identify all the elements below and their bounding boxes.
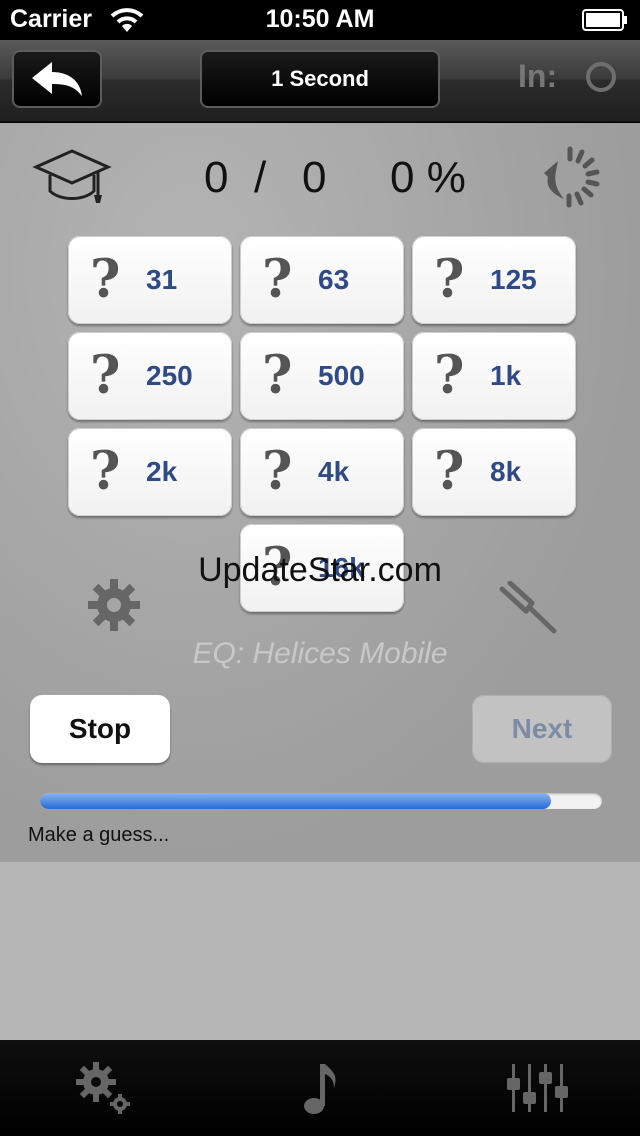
duration-button[interactable]: 1 Second xyxy=(200,50,440,108)
freq-label: 250 xyxy=(146,360,193,391)
eq-label: EQ: Helices Mobile xyxy=(192,637,448,670)
freq-button-125[interactable]: ? 125 xyxy=(412,236,576,324)
gear-icon[interactable] xyxy=(86,577,142,633)
freq-label: 125 xyxy=(490,264,537,295)
score-correct: 0 xyxy=(204,153,229,202)
question-icon: ? xyxy=(262,441,293,502)
question-icon: ? xyxy=(262,249,293,310)
navigation-bar: 1 Second In: xyxy=(0,40,640,122)
status-bar: Carrier 10:50 AM xyxy=(0,0,640,40)
progress-fill xyxy=(40,793,552,809)
equalizer-icon[interactable] xyxy=(500,1058,570,1118)
input-label: In: xyxy=(518,58,558,94)
question-icon: ? xyxy=(90,345,121,406)
score-percent: 0 % xyxy=(390,153,466,202)
freq-label: 500 xyxy=(318,360,365,391)
question-icon: ? xyxy=(434,249,465,310)
back-arrow-icon xyxy=(32,62,82,96)
freq-button-8k[interactable]: ? 8k xyxy=(412,428,576,516)
music-note-icon[interactable] xyxy=(286,1058,356,1118)
freq-label: 63 xyxy=(318,264,350,295)
freq-button-250[interactable]: ? 250 xyxy=(68,332,232,420)
progress-bar xyxy=(40,793,602,809)
tab-bar xyxy=(0,1040,640,1136)
freq-label: 2k xyxy=(146,456,178,487)
freq-label: 4k xyxy=(318,456,350,487)
question-icon: ? xyxy=(90,441,121,502)
freq-button-500[interactable]: ? 500 xyxy=(240,332,404,420)
question-icon: ? xyxy=(262,345,293,406)
battery-icon xyxy=(582,9,627,31)
question-icon: ? xyxy=(434,441,465,502)
question-icon: ? xyxy=(434,345,465,406)
freq-button-1k[interactable]: ? 1k xyxy=(412,332,576,420)
freq-label: 8k xyxy=(490,456,522,487)
hint-text: Make a guess... xyxy=(28,824,170,846)
back-button[interactable] xyxy=(12,50,102,108)
quiz-area: 0 / 0 0 % ? 31 ? 63 ? 125 ? 250 ? 500 ? … xyxy=(0,123,640,862)
freq-label: 1k xyxy=(490,360,522,391)
freq-button-31[interactable]: ? 31 xyxy=(68,236,232,324)
clock: 10:50 AM xyxy=(265,5,375,33)
question-icon: ? xyxy=(90,249,121,310)
score-total: 0 xyxy=(302,153,327,202)
score-separator: / xyxy=(254,153,267,202)
stop-button[interactable]: Stop xyxy=(30,695,170,763)
graduation-cap-icon[interactable] xyxy=(32,145,112,209)
freq-button-63[interactable]: ? 63 xyxy=(240,236,404,324)
freq-button-2k[interactable]: ? 2k xyxy=(68,428,232,516)
empty-area xyxy=(0,862,640,1040)
freq-label: 31 xyxy=(146,264,178,295)
next-button[interactable]: Next xyxy=(472,695,612,763)
settings-tab-icon[interactable] xyxy=(70,1058,140,1118)
tuning-fork-icon[interactable] xyxy=(496,581,562,637)
reset-icon[interactable] xyxy=(534,145,604,209)
freq-button-4k[interactable]: ? 4k xyxy=(240,428,404,516)
input-indicator xyxy=(586,62,616,92)
